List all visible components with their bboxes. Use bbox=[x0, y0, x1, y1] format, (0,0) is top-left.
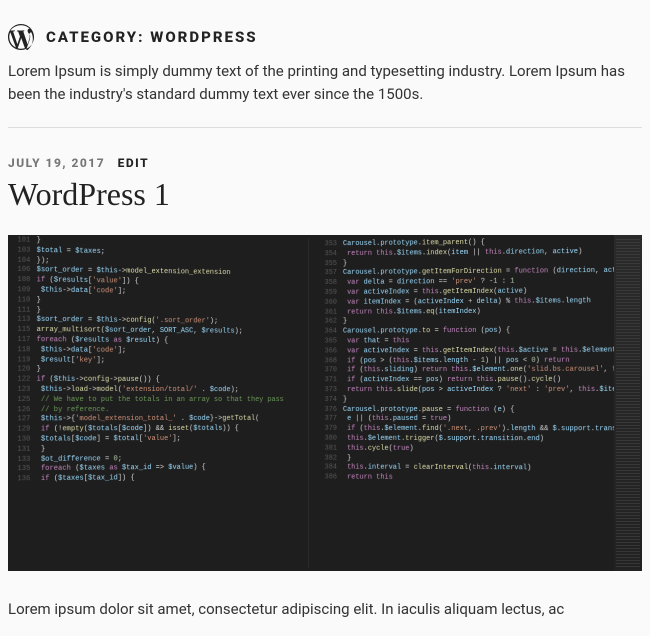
post-meta: July 19, 2017 Edit bbox=[8, 156, 642, 170]
wordpress-logo-icon bbox=[8, 24, 34, 50]
post-date: July 19, 2017 bbox=[8, 156, 105, 170]
category-description: Lorem Ipsum is simply dummy text of the … bbox=[8, 60, 642, 105]
edit-link[interactable]: Edit bbox=[118, 156, 149, 170]
code-preview-left: 101} 103$total = $taxes; 104}); 106$sort… bbox=[8, 235, 309, 571]
category-title: CATEGORY: WORDPRESS bbox=[46, 28, 258, 46]
featured-image[interactable]: 101} 103$total = $taxes; 104}); 106$sort… bbox=[8, 235, 642, 571]
post-excerpt: Lorem ipsum dolor sit amet, consectetur … bbox=[8, 597, 642, 621]
category-header: CATEGORY: WORDPRESS bbox=[8, 0, 642, 60]
divider bbox=[8, 127, 642, 128]
code-preview-right: 353Carousel.prototype.item_parent() { 35… bbox=[313, 235, 615, 571]
code-minimap bbox=[614, 235, 642, 571]
post-title: WordPress 1 bbox=[8, 176, 642, 213]
post-title-link[interactable]: WordPress 1 bbox=[8, 176, 170, 212]
post: July 19, 2017 Edit WordPress 1 101} 103$… bbox=[8, 156, 642, 621]
